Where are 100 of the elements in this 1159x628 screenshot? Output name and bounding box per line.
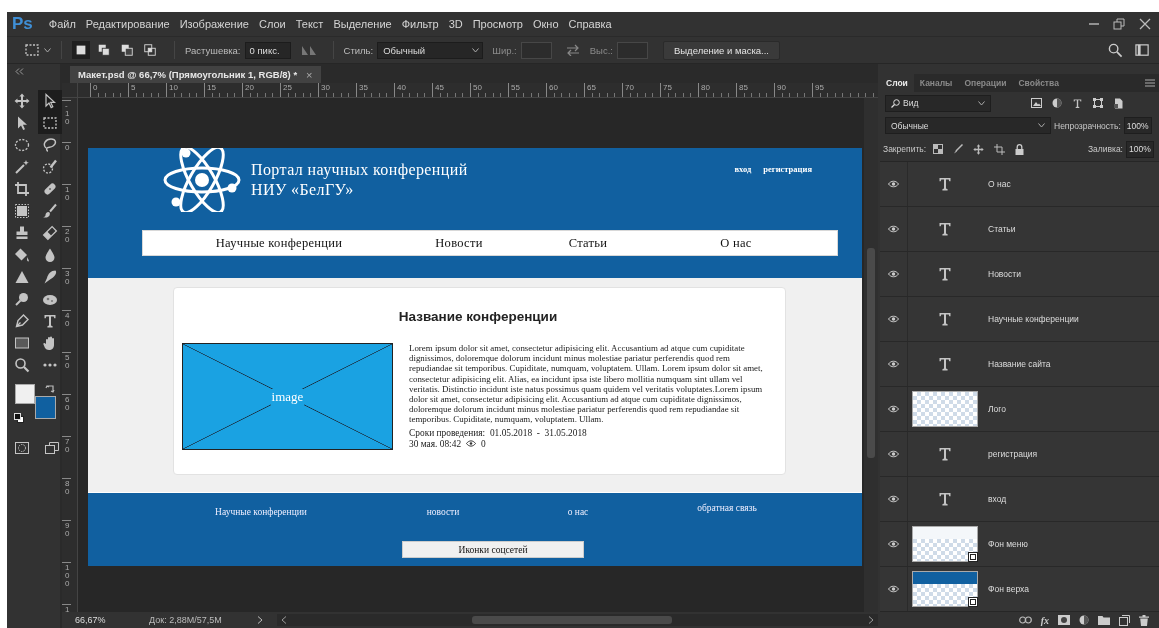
menu-item[interactable]: Окно — [527, 18, 564, 30]
layer-thumbnail — [912, 391, 978, 427]
lollipop-icon — [14, 291, 30, 307]
paragraph: Lorem ipsum dolor sit amet, consectetur adipisicing elit. Accusantium ad atque cum cupiditate dignissimos, doloremque dolorum incidunt minus molestiae pariatur perferendis quod rem repudiandae sit temporibus. Cupiditate, numquam, voluptatem. Ullam. Lorem ipsum dolor sit amet, consectetur adipisicing elit. Alias, ea incidunt ipsa iste libero mollitia numquam sint ullam vel veritatis. Distinctio incidunt iste natus possimus quam quidem vel veritatis voluptates.Lorem ipsum dolor sit amet, consectetur adipisicing elit. Accusantium ad atque cum cupiditate dignissimos, doloremque dolorum incidunt minus molestiae pariatur perferendis quod rem repudiandae sit temporibus. Cupiditate, numquam, voluptatem. Ullam. — [409, 343, 764, 425]
ellipse-marquee-icon — [14, 137, 30, 153]
opacity-label: Непрозрачность: — [1054, 120, 1121, 131]
zoom-level[interactable]: 66,67% — [75, 615, 139, 625]
layer-name: Статьи — [988, 224, 1016, 234]
nav-link[interactable]: Научные конференции — [143, 235, 415, 251]
vertical-scrollbar[interactable] — [864, 98, 878, 612]
auth-link[interactable]: регистрация — [763, 164, 812, 212]
menu-item[interactable]: 3D — [443, 18, 468, 30]
collapse-icon — [15, 68, 24, 75]
layer-filter-select[interactable]: Вид — [885, 94, 991, 112]
layer-row[interactable]: Статьи — [880, 207, 1159, 252]
minimize-icon — [1089, 23, 1099, 25]
quick-mask-icon — [14, 440, 30, 456]
menu-item[interactable]: Выделение — [328, 18, 397, 30]
site-title: НИУ «БелГУ» — [251, 180, 355, 200]
text-layer-icon — [937, 311, 953, 327]
width-field[interactable] — [520, 41, 552, 59]
atom-logo-icon — [162, 148, 242, 212]
scroll-thumb[interactable] — [867, 248, 875, 458]
layer-row[interactable]: Фон меню — [880, 522, 1159, 567]
menu-item[interactable]: Редактирование — [80, 18, 175, 30]
ruler-label: 90 — [774, 83, 812, 97]
background-color-swatch[interactable] — [35, 396, 56, 419]
panel-tab[interactable]: Слои — [880, 74, 914, 92]
nav-link[interactable]: О нас — [673, 235, 799, 251]
tool-button[interactable] — [38, 112, 62, 134]
horizontal-scrollbar[interactable] — [277, 614, 878, 626]
ruler-label: 0 — [90, 83, 128, 97]
footer-link[interactable]: Научные конференции — [201, 507, 321, 517]
ruler-label: 40 — [62, 310, 71, 352]
blend-mode-select[interactable]: Обычные — [885, 117, 1051, 134]
nav-link[interactable]: Статьи — [503, 235, 673, 251]
site-title: Портал научных конференций — [251, 160, 468, 180]
panel-tab[interactable]: Свойства — [1012, 74, 1065, 92]
close-tab-button[interactable]: × — [306, 68, 313, 81]
selection-mode-button[interactable] — [141, 41, 159, 59]
swap-icon — [565, 44, 580, 56]
nav-link[interactable]: Новости — [415, 235, 503, 251]
auth-link[interactable]: вход — [734, 164, 752, 212]
height-label: Выс.: — [589, 44, 613, 56]
text-filter-icon — [1072, 97, 1083, 109]
menu-item[interactable]: Файл — [43, 18, 81, 30]
panel-tab[interactable]: Каналы — [913, 74, 959, 92]
ruler-label: 60 — [62, 394, 71, 436]
rectangle-icon — [14, 335, 30, 351]
feather-field[interactable]: 0 пикс. — [244, 41, 291, 59]
default-colors-icon — [14, 413, 24, 423]
menu-item[interactable]: Изображение — [174, 18, 254, 30]
menu-item[interactable]: Текст — [290, 18, 329, 30]
menu-item[interactable]: Слои — [253, 18, 291, 30]
layer-row[interactable]: О нас — [880, 162, 1159, 207]
tool-button[interactable] — [38, 90, 62, 112]
menu-item[interactable]: Просмотр — [467, 18, 528, 30]
pointer-icon — [42, 93, 58, 109]
lock-icon — [1015, 143, 1025, 155]
layer-effects-button[interactable]: fx — [1040, 614, 1049, 626]
shape-filter-icon — [1093, 98, 1103, 108]
ruler-label: 30 — [318, 83, 356, 97]
card-title: Название конференции — [397, 308, 559, 326]
ruler-label: -10 — [62, 100, 71, 142]
footer-link[interactable]: о нас — [518, 507, 638, 517]
select-and-mask-button[interactable]: Выделение и маска... — [662, 40, 780, 60]
document-tab[interactable]: Макет.psd @ 66,7% (Прямоугольник 1, RGB/8) * × — [70, 66, 321, 83]
menu-item[interactable]: Фильтр — [396, 18, 444, 30]
ruler-label: 80 — [62, 478, 71, 520]
footer-link[interactable]: новости — [383, 507, 503, 517]
layer-row[interactable]: Новости — [880, 252, 1159, 297]
layer-row[interactable]: Название сайта — [880, 342, 1159, 387]
scroll-thumb[interactable] — [472, 616, 672, 624]
social-icons-button[interactable]: Иконки соцсетей — [402, 541, 584, 558]
ruler-label: 50 — [470, 83, 508, 97]
text-layer-icon — [937, 446, 953, 462]
layer-row[interactable]: вход — [880, 477, 1159, 522]
layer-row[interactable]: регистрация — [880, 432, 1159, 477]
layer-row[interactable]: Лого — [880, 387, 1159, 432]
document-title: Макет.psd @ 66,7% (Прямоугольник 1, RGB/8) * — [78, 69, 298, 80]
height-field[interactable] — [616, 41, 648, 59]
layer-mask-icon — [1058, 615, 1070, 625]
ruler-label: 20 — [62, 226, 71, 268]
quick-select-icon — [42, 159, 58, 175]
layer-row[interactable]: Научные конференции — [880, 297, 1159, 342]
footer-link[interactable]: обратная связь — [667, 503, 787, 517]
style-select[interactable]: Обычный — [377, 41, 484, 59]
smart-object-filter-icon — [1113, 97, 1123, 109]
selection-mode-button[interactable] — [72, 41, 90, 59]
menu-item[interactable]: Справка — [563, 18, 617, 30]
opacity-field[interactable]: 100% — [1123, 117, 1152, 134]
layer-name: вход — [988, 494, 1007, 504]
magic-wand-icon — [14, 159, 30, 175]
foreground-color-swatch[interactable] — [15, 384, 35, 404]
anti-alias-icon — [300, 44, 317, 56]
crop-icon — [14, 181, 30, 197]
panel-tab[interactable]: Операции — [958, 74, 1013, 92]
ruler-label: 70 — [622, 83, 660, 97]
ruler-label: 100 — [62, 562, 71, 604]
fill-field[interactable]: 100% — [1126, 140, 1154, 158]
